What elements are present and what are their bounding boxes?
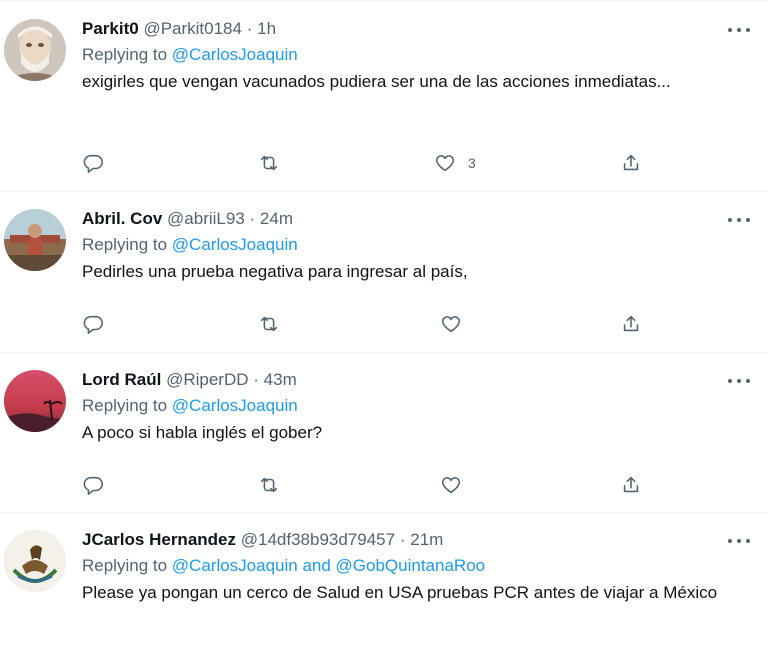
avatar[interactable] — [4, 530, 66, 592]
separator: · — [253, 370, 259, 389]
user-handle[interactable]: @RiperDD — [166, 370, 248, 389]
mention-link[interactable]: @CarlosJoaquin — [172, 235, 298, 254]
avatar[interactable] — [4, 19, 66, 81]
avatar[interactable] — [4, 209, 66, 271]
retweet-icon — [260, 477, 278, 493]
more-icon[interactable] — [728, 372, 750, 390]
retweet-button[interactable] — [258, 471, 280, 499]
timestamp[interactable]: 1h — [257, 19, 276, 38]
tweet[interactable]: Abril. Cov @abriiL93 · 24m Replying to @… — [0, 191, 768, 353]
share-icon — [623, 476, 639, 493]
reply-button[interactable] — [82, 471, 104, 499]
like-icon — [435, 155, 455, 172]
tweet-header: Abril. Cov @abriiL93 · 24m — [82, 207, 738, 231]
like-icon — [441, 477, 461, 494]
action-bar: 3 — [82, 149, 662, 177]
timestamp[interactable]: 24m — [260, 209, 293, 228]
retweet-button[interactable] — [258, 310, 280, 338]
replying-prefix: Replying to — [82, 45, 168, 64]
user-handle[interactable]: @abriiL93 — [167, 209, 245, 228]
retweet-icon — [260, 155, 278, 171]
avatar[interactable] — [4, 370, 66, 432]
replying-to: Replying to @CarlosJoaquin and @GobQuint… — [82, 554, 738, 578]
tweet-content: Parkit0 @Parkit0184 · 1h Replying to @Ca… — [82, 17, 738, 95]
tweet-text: A poco si habla inglés el gober? — [82, 423, 323, 442]
share-button[interactable] — [620, 310, 642, 338]
separator: · — [249, 209, 256, 228]
retweet-button[interactable] — [258, 149, 280, 177]
like-icon — [441, 316, 461, 333]
tweet-header: Lord Raúl @RiperDD · 43m — [82, 368, 738, 392]
reply-button[interactable] — [82, 310, 104, 338]
tweet[interactable]: Parkit0 @Parkit0184 · 1h Replying to @Ca… — [0, 1, 768, 192]
reply-icon — [83, 315, 103, 334]
like-button[interactable] — [440, 310, 474, 338]
tweet-text: Pedirles una prueba negativa para ingres… — [82, 262, 468, 281]
avatar-image — [4, 209, 66, 271]
tweet[interactable]: Lord Raúl @RiperDD · 43m Replying to @Ca… — [0, 352, 768, 513]
avatar-image — [4, 370, 66, 432]
display-name[interactable]: Abril. Cov — [82, 209, 162, 228]
action-bar — [82, 471, 662, 499]
reply-icon — [83, 476, 103, 495]
separator: · — [399, 530, 406, 549]
user-handle[interactable]: @14df38b93d79457 — [241, 530, 395, 549]
share-button[interactable] — [620, 471, 642, 499]
replying-prefix: Replying to — [82, 396, 168, 415]
share-icon — [623, 315, 639, 332]
avatar-image — [4, 19, 66, 81]
share-button[interactable] — [620, 149, 642, 177]
replying-prefix: Replying to — [82, 556, 168, 575]
like-count: 3 — [468, 155, 476, 171]
mention-link[interactable]: @CarlosJoaquin — [172, 45, 298, 64]
tweet-content: JCarlos Hernandez @14df38b93d79457 · 21m… — [82, 528, 738, 606]
mention-link[interactable]: @CarlosJoaquin and @GobQuintanaRoo — [172, 556, 485, 575]
tweet-text: exigirles que vengan vacunados pudiera s… — [82, 72, 671, 91]
tweet-header: Parkit0 @Parkit0184 · 1h — [82, 17, 738, 41]
tweet-text: Please ya pongan un cerco de Salud en US… — [82, 583, 718, 602]
tweet[interactable]: JCarlos Hernandez @14df38b93d79457 · 21m… — [0, 512, 768, 659]
action-bar — [82, 310, 662, 338]
replying-to: Replying to @CarlosJoaquin — [82, 233, 738, 257]
more-icon[interactable] — [728, 21, 750, 39]
timestamp[interactable]: 43m — [264, 370, 297, 389]
reply-feed: Parkit0 @Parkit0184 · 1h Replying to @Ca… — [0, 0, 768, 659]
more-icon[interactable] — [728, 532, 750, 550]
display-name[interactable]: JCarlos Hernandez — [82, 530, 236, 549]
timestamp[interactable]: 21m — [410, 530, 443, 549]
share-icon — [623, 154, 639, 171]
replying-prefix: Replying to — [82, 235, 168, 254]
tweet-content: Abril. Cov @abriiL93 · 24m Replying to @… — [82, 207, 738, 285]
retweet-icon — [260, 316, 278, 332]
reply-button[interactable] — [82, 149, 104, 177]
more-icon[interactable] — [728, 211, 750, 229]
tweet-content: Lord Raúl @RiperDD · 43m Replying to @Ca… — [82, 368, 738, 446]
replying-to: Replying to @CarlosJoaquin — [82, 43, 738, 67]
display-name[interactable]: Parkit0 — [82, 19, 139, 38]
avatar-image — [4, 530, 66, 592]
tweet-header: JCarlos Hernandez @14df38b93d79457 · 21m — [82, 528, 738, 552]
like-button[interactable] — [440, 471, 474, 499]
separator: · — [246, 19, 253, 38]
display-name[interactable]: Lord Raúl — [82, 370, 161, 389]
replying-to: Replying to @CarlosJoaquin — [82, 394, 738, 418]
mention-link[interactable]: @CarlosJoaquin — [172, 396, 298, 415]
user-handle[interactable]: @Parkit0184 — [143, 19, 242, 38]
reply-icon — [83, 154, 103, 173]
like-button[interactable]: 3 — [434, 149, 476, 177]
